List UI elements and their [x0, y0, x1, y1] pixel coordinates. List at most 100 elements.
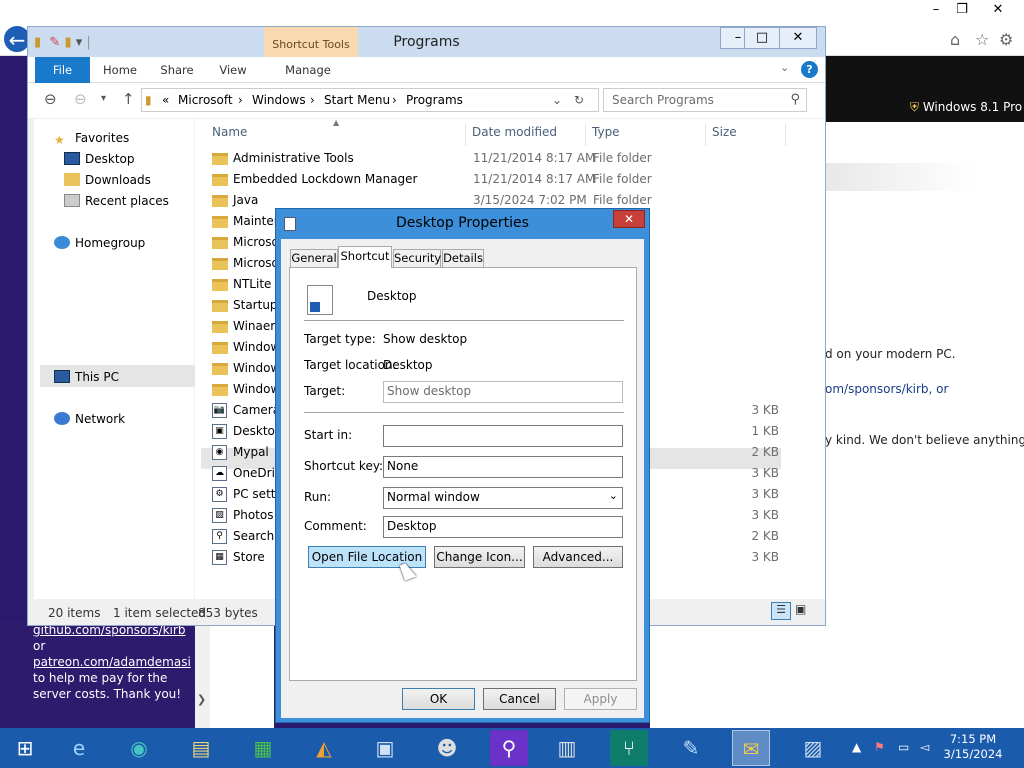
volume-muted-icon[interactable]: ◅ — [920, 740, 929, 754]
address-dropdown-icon[interactable]: ⌄ — [552, 93, 562, 107]
column-header-type[interactable]: Type — [586, 124, 706, 146]
file-name[interactable]: Mypal — [233, 445, 269, 459]
shortcut-properties-taskbar-icon[interactable]: ✉ — [732, 730, 770, 766]
folder-icon — [212, 279, 228, 291]
file-name[interactable]: Startup — [233, 298, 278, 312]
search-app-icon[interactable]: ⚲ — [490, 730, 528, 766]
dialog-close-button[interactable]: ✕ — [613, 210, 645, 228]
breadcrumb-windows[interactable]: Windows — [252, 93, 306, 107]
column-header-date[interactable]: Date modified — [466, 124, 586, 146]
details-view-icon[interactable]: ☰ — [771, 602, 791, 620]
advanced-button[interactable]: Advanced... — [533, 546, 623, 568]
back-arrow-icon[interactable]: ⊖ — [44, 90, 57, 108]
run-select[interactable]: Normal window ⌄ — [383, 487, 623, 509]
store-icon[interactable]: ▦ — [244, 730, 282, 766]
address-bar[interactable]: ▮ « Microsoft › Windows › Start Menu › P… — [141, 88, 599, 112]
notepad-icon[interactable]: ✎ — [672, 730, 710, 766]
file-name[interactable]: Microso — [233, 256, 279, 270]
breadcrumb-programs[interactable]: Programs — [406, 93, 463, 107]
ntlite-icon[interactable]: ◭ — [305, 730, 343, 766]
target-field[interactable]: Show desktop — [383, 381, 623, 403]
file-name[interactable]: Embedded Lockdown Manager — [233, 172, 417, 186]
clock[interactable]: 7:15 PM 3/15/2024 — [938, 732, 1008, 762]
favorites-star-icon[interactable]: ☆ — [975, 30, 989, 49]
nav-desktop[interactable]: Desktop — [64, 152, 135, 166]
forward-arrow-icon[interactable]: ⊖ — [74, 90, 87, 108]
recent-locations-icon[interactable]: ▾ — [101, 93, 106, 104]
search-input[interactable]: Search Programs ⚲ — [603, 88, 807, 112]
up-arrow-icon[interactable]: ↑ — [122, 90, 135, 108]
tab-details[interactable]: Details — [442, 249, 484, 267]
file-name[interactable]: Microso — [233, 235, 279, 249]
breadcrumb-separator[interactable]: › — [238, 93, 243, 107]
show-hidden-icons-icon[interactable]: ▲ — [852, 740, 861, 754]
file-name[interactable]: Photos — [233, 508, 273, 522]
tab-view[interactable]: View — [210, 57, 256, 83]
shortcut-key-field[interactable]: None — [383, 456, 623, 478]
tab-file[interactable]: File — [35, 57, 90, 83]
nav-homegroup[interactable]: Homegroup — [54, 236, 145, 250]
recycle-tool-icon[interactable]: ▥ — [548, 730, 586, 766]
network-tray-icon[interactable]: ▭ — [898, 740, 909, 754]
apply-button[interactable]: Apply — [564, 688, 637, 710]
file-name[interactable]: NTLite — [233, 277, 271, 291]
tab-security[interactable]: Security — [393, 249, 441, 267]
file-name[interactable]: Window — [233, 340, 280, 354]
network-icon — [54, 412, 70, 425]
file-name[interactable]: Mainter — [233, 214, 279, 228]
action-center-flag-icon[interactable]: ⚑ — [874, 740, 885, 754]
breadcrumb-overflow[interactable]: « — [162, 93, 169, 107]
column-header-name[interactable]: Name — [206, 124, 466, 146]
file-name[interactable]: Window — [233, 382, 280, 396]
large-icons-view-icon[interactable]: ▣ — [795, 602, 806, 616]
restaurant-app-icon[interactable]: ⑂ — [610, 730, 648, 766]
file-name[interactable]: Administrative Tools — [233, 151, 354, 165]
settings-gear-icon[interactable]: ⚙ — [999, 30, 1013, 49]
file-explorer-icon[interactable]: ▤ — [182, 730, 220, 766]
breadcrumb-separator[interactable]: › — [310, 93, 315, 107]
control-panel-icon[interactable]: ▣ — [366, 730, 404, 766]
page-scrollbar[interactable]: ❯ — [195, 625, 210, 728]
patreon-link[interactable]: patreon.com/adamdemasi — [33, 655, 191, 669]
tab-shortcut[interactable]: Shortcut — [338, 246, 392, 268]
nav-downloads[interactable]: Downloads — [64, 173, 151, 187]
start-in-field[interactable] — [383, 425, 623, 447]
explorer-close-button[interactable]: ✕ — [779, 27, 817, 49]
refresh-icon[interactable]: ↻ — [574, 93, 584, 107]
breadcrumb-microsoft[interactable]: Microsoft — [178, 93, 233, 107]
winaero-tweaker-icon[interactable]: ☻ — [428, 730, 466, 766]
ok-button[interactable]: OK — [402, 688, 475, 710]
nav-network[interactable]: Network — [54, 412, 125, 426]
home-icon[interactable]: ⌂ — [950, 30, 960, 49]
file-name[interactable]: Store — [233, 550, 265, 564]
file-name[interactable]: Camera — [233, 403, 280, 417]
file-name[interactable]: Search — [233, 529, 274, 543]
file-name[interactable]: Java — [233, 193, 258, 207]
browser-maximize-button[interactable]: ❐ — [944, 0, 980, 20]
internet-explorer-icon[interactable]: e — [60, 730, 98, 766]
tab-share[interactable]: Share — [152, 57, 202, 83]
nav-this-pc[interactable]: This PC — [54, 370, 119, 384]
column-header-size[interactable]: Size — [706, 124, 786, 146]
homegroup-icon — [54, 236, 70, 249]
comment-field[interactable]: Desktop — [383, 516, 623, 538]
breadcrumb-separator[interactable]: › — [392, 93, 397, 107]
task-manager-icon[interactable]: ▨ — [794, 730, 832, 766]
folder-icon — [212, 300, 228, 312]
nav-favorites[interactable]: ★ Favorites — [54, 131, 129, 147]
help-icon[interactable]: ? — [801, 61, 818, 78]
mypal-browser-icon[interactable]: ◉ — [120, 730, 158, 766]
tab-general[interactable]: General — [290, 249, 338, 267]
file-name[interactable]: Window — [233, 361, 280, 375]
breadcrumb-start-menu[interactable]: Start Menu — [324, 93, 390, 107]
browser-close-button[interactable]: ✕ — [980, 0, 1016, 20]
nav-recent-places[interactable]: Recent places — [64, 194, 169, 208]
file-name[interactable]: PC setti — [233, 487, 279, 501]
expand-ribbon-icon[interactable]: ⌄ — [780, 61, 789, 74]
cancel-button[interactable]: Cancel — [483, 688, 556, 710]
change-icon-button[interactable]: Change Icon... — [434, 546, 525, 568]
start-button[interactable]: ⊞ — [6, 730, 44, 766]
explorer-maximize-button[interactable]: □ — [744, 27, 780, 49]
tab-manage[interactable]: Manage — [278, 57, 338, 83]
tab-home[interactable]: Home — [96, 57, 144, 83]
